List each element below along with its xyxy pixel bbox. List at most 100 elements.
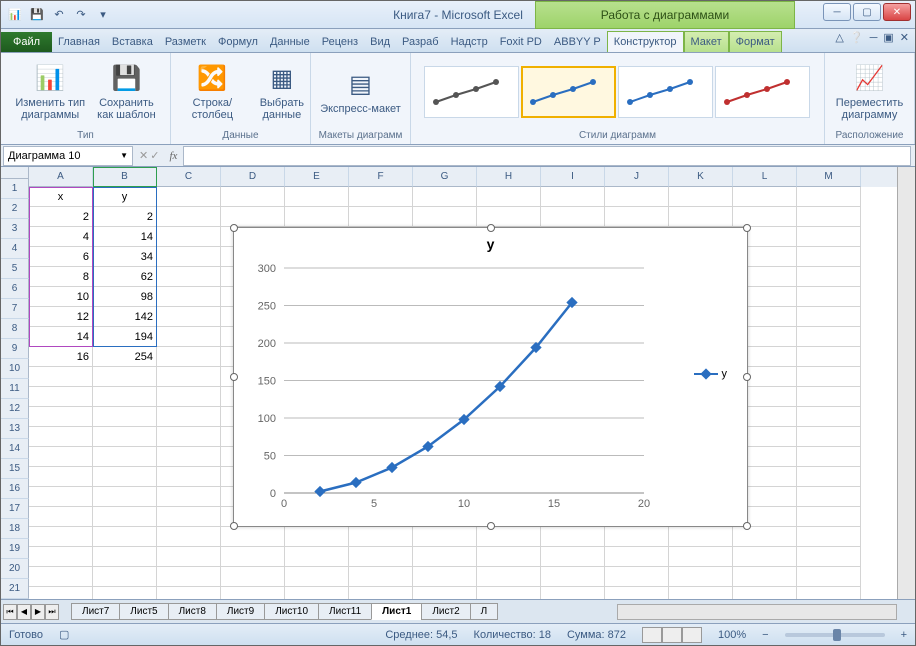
row-header-3[interactable]: 3 [1, 219, 29, 239]
cell[interactable] [733, 547, 797, 567]
cell[interactable] [221, 187, 285, 207]
cell[interactable] [29, 407, 93, 427]
chart-plot-area[interactable]: 05010015020025030005101520 [284, 268, 644, 493]
cell[interactable] [797, 367, 861, 387]
cell[interactable] [541, 207, 605, 227]
sheet-tab[interactable]: Лист2 [421, 603, 470, 620]
select-data-button[interactable]: ▦Выбрать данные [258, 61, 306, 123]
cell[interactable] [157, 287, 221, 307]
cell[interactable] [477, 587, 541, 599]
tab-chart-design[interactable]: Конструктор [607, 31, 684, 52]
col-header-E[interactable]: E [285, 167, 349, 187]
cell[interactable] [797, 387, 861, 407]
cell[interactable]: 14 [29, 327, 93, 347]
cell[interactable] [349, 567, 413, 587]
col-header-F[interactable]: F [349, 167, 413, 187]
tab-data[interactable]: Данные [264, 32, 316, 52]
cell[interactable] [349, 207, 413, 227]
zoom-slider[interactable] [785, 633, 885, 637]
sheet-tab[interactable]: Лист10 [264, 603, 319, 620]
row-header-7[interactable]: 7 [1, 299, 29, 319]
cell[interactable] [349, 187, 413, 207]
col-header-A[interactable]: A [29, 167, 93, 187]
cell[interactable] [733, 567, 797, 587]
cell[interactable] [477, 527, 541, 547]
sheet-tab[interactable]: Лист1 [371, 603, 422, 620]
formula-input[interactable] [183, 146, 911, 166]
namebox-dropdown-icon[interactable]: ▼ [120, 151, 128, 160]
cell[interactable]: 254 [93, 347, 157, 367]
cell[interactable] [285, 527, 349, 547]
cell[interactable] [93, 487, 157, 507]
cell[interactable] [797, 447, 861, 467]
cell[interactable] [157, 467, 221, 487]
qat-more-icon[interactable]: ▾ [93, 5, 113, 25]
cell[interactable] [285, 587, 349, 599]
cell[interactable] [29, 427, 93, 447]
col-header-L[interactable]: L [733, 167, 797, 187]
cell[interactable] [93, 547, 157, 567]
select-all-button[interactable] [1, 167, 29, 179]
cell[interactable]: 2 [93, 207, 157, 227]
chart-style-1[interactable] [424, 66, 519, 118]
tab-nav-next-icon[interactable]: ▶ [31, 604, 45, 620]
row-header-11[interactable]: 11 [1, 379, 29, 399]
cell[interactable]: 4 [29, 227, 93, 247]
cell[interactable] [157, 247, 221, 267]
col-header-D[interactable]: D [221, 167, 285, 187]
cell[interactable] [797, 327, 861, 347]
cell[interactable] [29, 487, 93, 507]
cell[interactable]: x [29, 187, 93, 207]
cell[interactable] [797, 487, 861, 507]
row-header-17[interactable]: 17 [1, 499, 29, 519]
undo-icon[interactable]: ↶ [49, 5, 69, 25]
cell[interactable] [157, 227, 221, 247]
tab-insert[interactable]: Вставка [106, 32, 159, 52]
cell[interactable] [157, 507, 221, 527]
cell[interactable]: 2 [29, 207, 93, 227]
cell[interactable] [605, 187, 669, 207]
cell[interactable] [29, 367, 93, 387]
cell[interactable] [157, 487, 221, 507]
doc-restore-icon[interactable]: ▣ [883, 31, 893, 44]
cell[interactable] [477, 187, 541, 207]
redo-icon[interactable]: ↷ [71, 5, 91, 25]
macro-record-icon[interactable]: ▢ [59, 628, 69, 641]
cell[interactable] [669, 207, 733, 227]
view-normal-button[interactable] [642, 627, 662, 643]
cell[interactable] [221, 547, 285, 567]
cell[interactable]: 62 [93, 267, 157, 287]
chart-title[interactable]: y [234, 228, 747, 260]
row-header-12[interactable]: 12 [1, 399, 29, 419]
cell[interactable] [541, 547, 605, 567]
cell[interactable] [285, 567, 349, 587]
cell[interactable] [605, 527, 669, 547]
cell[interactable] [797, 347, 861, 367]
zoom-out-button[interactable]: − [762, 629, 768, 641]
tab-nav-first-icon[interactable]: ⏮ [3, 604, 17, 620]
cell[interactable] [541, 587, 605, 599]
cell[interactable] [797, 247, 861, 267]
cell[interactable] [669, 587, 733, 599]
cell[interactable] [221, 587, 285, 599]
cell[interactable] [797, 227, 861, 247]
sheet-tab[interactable]: Лист5 [119, 603, 168, 620]
col-header-G[interactable]: G [413, 167, 477, 187]
sheet-tab[interactable]: Лист8 [168, 603, 217, 620]
cell[interactable] [157, 207, 221, 227]
cell[interactable] [413, 587, 477, 599]
cell[interactable] [285, 547, 349, 567]
row-header-4[interactable]: 4 [1, 239, 29, 259]
cell[interactable] [157, 587, 221, 599]
row-header-19[interactable]: 19 [1, 539, 29, 559]
row-header-15[interactable]: 15 [1, 459, 29, 479]
cell[interactable] [157, 447, 221, 467]
cell[interactable] [93, 447, 157, 467]
cell[interactable] [29, 587, 93, 599]
cell[interactable] [157, 547, 221, 567]
cell[interactable] [477, 547, 541, 567]
cell[interactable] [797, 467, 861, 487]
cell[interactable]: y [93, 187, 157, 207]
col-header-K[interactable]: K [669, 167, 733, 187]
vertical-scrollbar[interactable] [897, 167, 915, 599]
